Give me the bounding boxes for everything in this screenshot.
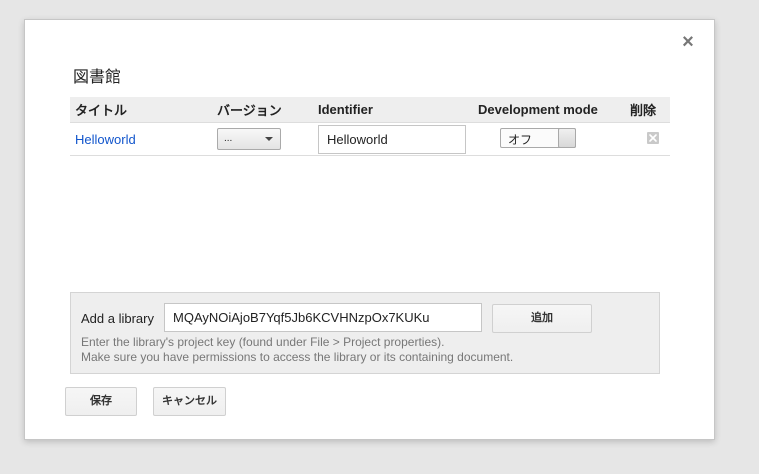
dev-mode-toggle[interactable]: オフ: [500, 127, 576, 148]
toggle-knob: [558, 127, 576, 148]
cancel-button[interactable]: キャンセル: [153, 387, 226, 416]
dev-mode-label: オフ: [508, 132, 533, 147]
col-header-delete: 削除: [625, 97, 670, 123]
cell-delete: [625, 122, 670, 156]
add-library-label: Add a library: [81, 311, 154, 326]
close-icon[interactable]: ×: [680, 32, 696, 52]
library-dialog: × 図書館 タイトル バージョン Identifier Development …: [24, 19, 715, 440]
hint-permissions: Make sure you have permissions to access…: [81, 350, 514, 364]
col-header-title: タイトル: [70, 97, 212, 123]
libraries-table: タイトル バージョン Identifier Development mode 削…: [70, 97, 670, 156]
save-button[interactable]: 保存: [65, 387, 137, 416]
col-header-identifier: Identifier: [313, 97, 473, 123]
add-library-panel: Add a library 追加 Enter the library's pro…: [70, 292, 660, 374]
table-row: Helloworld ... オフ: [70, 122, 670, 156]
project-key-input[interactable]: [164, 303, 482, 332]
dialog-title: 図書館: [73, 69, 122, 86]
delete-icon[interactable]: [647, 131, 659, 144]
col-header-dev-mode: Development mode: [473, 97, 625, 123]
version-value: ...: [224, 133, 233, 144]
cell-title: Helloworld: [70, 122, 212, 156]
identifier-input[interactable]: [318, 124, 466, 154]
cell-identifier: [313, 122, 473, 156]
hint-project-key: Enter the library's project key (found u…: [81, 335, 445, 349]
cell-dev-mode: オフ: [473, 122, 625, 156]
library-title-link[interactable]: Helloworld: [75, 132, 136, 147]
add-button[interactable]: 追加: [492, 304, 592, 333]
cell-version: ...: [212, 122, 313, 156]
col-header-version: バージョン: [212, 97, 313, 123]
version-select[interactable]: ...: [217, 128, 281, 150]
table-header-row: タイトル バージョン Identifier Development mode 削…: [70, 97, 670, 123]
chevron-down-icon: [265, 137, 273, 141]
